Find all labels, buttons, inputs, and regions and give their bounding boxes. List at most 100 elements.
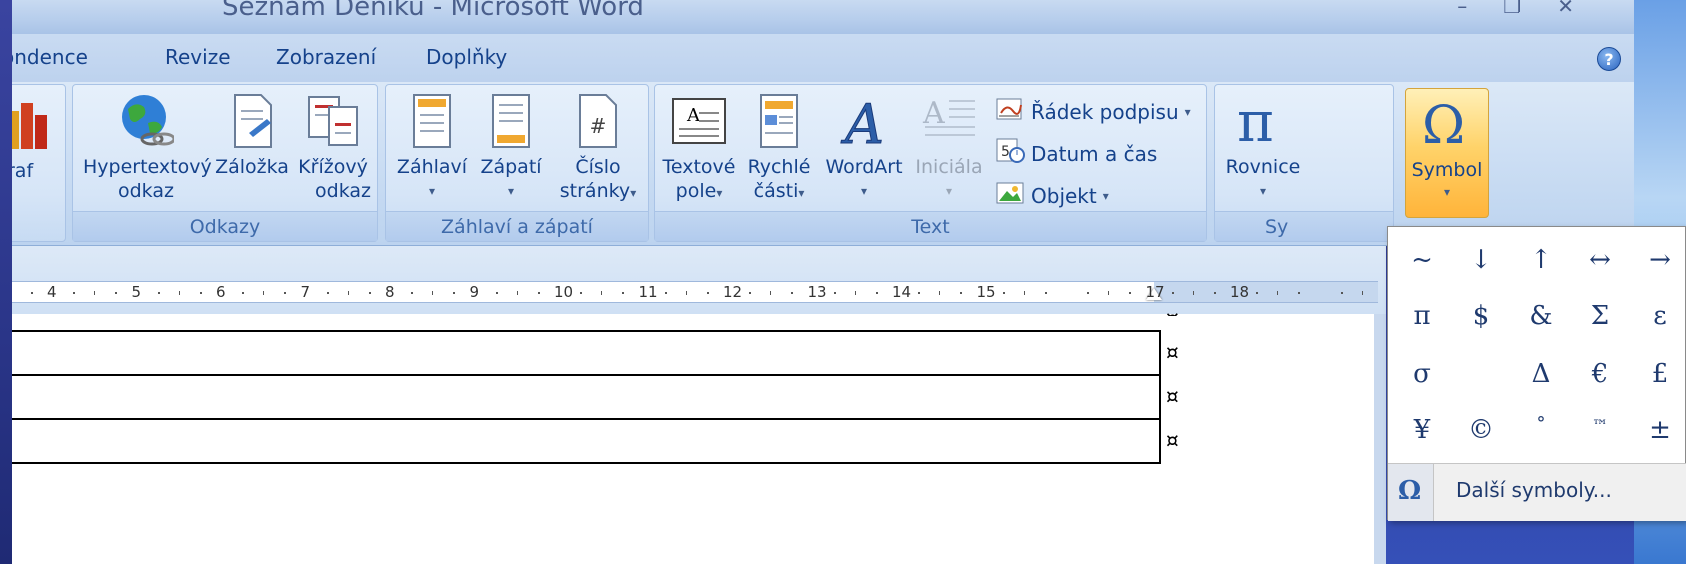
symbol-epsilon[interactable]: ε: [1635, 291, 1685, 341]
chart-button[interactable]: raf: [12, 159, 33, 183]
table-row: [12, 374, 1161, 420]
symbol-small-sigma[interactable]: σ: [1397, 349, 1447, 399]
ruler-dot: [30, 292, 33, 294]
tab-view[interactable]: Zobrazení: [276, 45, 376, 69]
cross-reference-button[interactable]: Křížový odkaz: [295, 93, 371, 203]
object-dropdown-arrow: ▾: [1102, 188, 1109, 203]
date-time-button[interactable]: 5 Datum a čas: [995, 137, 1157, 170]
ruler-tick: [263, 291, 265, 295]
ruler-number: 18: [1230, 283, 1250, 301]
symbol-blank[interactable]: [1456, 349, 1506, 399]
tab-correspondence[interactable]: ondence: [12, 45, 88, 69]
symbol-tilde[interactable]: ~: [1397, 235, 1447, 285]
ruler-number: 8: [385, 283, 395, 301]
textbox-button[interactable]: A Textové pole▾: [659, 93, 739, 205]
symbol-label: Symbol: [1411, 159, 1483, 181]
footer-button[interactable]: Zápatí ▾: [476, 93, 546, 203]
signature-line-button[interactable]: Řádek podpisu ▾: [995, 95, 1191, 128]
symbol-euro[interactable]: €: [1575, 349, 1625, 399]
minimize-button[interactable]: –: [1457, 0, 1467, 18]
ruler-tick: [1277, 291, 1279, 295]
ruler-dot: [749, 292, 752, 294]
window-controls: – ❐ ✕: [1457, 0, 1574, 18]
symbol-degree[interactable]: °: [1516, 399, 1566, 449]
symbol-copyright[interactable]: ©: [1456, 405, 1506, 455]
header-button[interactable]: Záhlaví ▾: [392, 93, 472, 203]
ruler-number: 5: [131, 283, 142, 301]
group-illustrations: raf: [12, 84, 66, 242]
ruler-dot: [368, 292, 371, 294]
end-of-row-mark: ¤: [1166, 306, 1179, 316]
ruler-number: 9: [469, 283, 480, 301]
quick-parts-label-1: Rychlé: [747, 156, 811, 178]
page-number-button[interactable]: # Číslo stránky▾: [552, 93, 644, 205]
tab-addins[interactable]: Doplňky: [426, 45, 507, 69]
cross-reference-label-1: Křížový: [298, 156, 368, 178]
textbox-icon: A: [669, 93, 729, 149]
symbol-arrow-down[interactable]: ↓: [1456, 235, 1506, 285]
bookmark-button[interactable]: Záložka: [214, 93, 290, 179]
page-number-icon: #: [576, 93, 620, 149]
footer-dropdown-arrow: ▾: [507, 184, 515, 198]
wordart-dropdown-arrow: ▾: [860, 184, 868, 198]
ruler-dot: [664, 292, 667, 294]
tab-review[interactable]: Revize: [165, 45, 231, 69]
hyperlink-button[interactable]: Hypertextový odkaz: [83, 93, 212, 203]
signature-line-dropdown-arrow: ▾: [1184, 104, 1191, 119]
equation-button[interactable]: π Rovnice ▾: [1219, 90, 1307, 203]
ruler-number: 4: [47, 283, 57, 301]
ruler-dot: [326, 292, 329, 294]
table-cell[interactable]: [12, 330, 1161, 376]
table-cell[interactable]: [12, 418, 1161, 464]
symbol-pi[interactable]: π: [1397, 291, 1447, 341]
document-page[interactable]: ¤ ¤ ¤ ¤: [12, 306, 1374, 564]
svg-text:A: A: [922, 96, 945, 131]
ruler-dot: [115, 292, 118, 294]
ruler-dot: [875, 292, 878, 294]
ruler-dot: [1256, 292, 1259, 294]
symbol-button[interactable]: Ω Symbol ▾: [1405, 88, 1489, 218]
table-cell[interactable]: [12, 374, 1161, 420]
wordart-icon: A: [839, 93, 889, 157]
maximize-button[interactable]: ❐: [1503, 0, 1521, 18]
symbol-trademark[interactable]: ™: [1575, 401, 1625, 451]
ruler-tick: [1023, 291, 1025, 295]
quick-parts-button[interactable]: Rychlé části▾: [743, 93, 815, 205]
ruler-tick: [601, 291, 603, 295]
more-symbols-row[interactable]: Ω Další symboly...: [1388, 463, 1686, 521]
quick-parts-label-2: části▾: [753, 180, 805, 202]
symbol-yen[interactable]: ¥: [1397, 405, 1447, 455]
symbol-gallery-dropdown: ~ ↓ ↑ ↔ → π $ & Σ ε σ Δ € £ ¥ © ° ™ ± Ω …: [1387, 226, 1686, 521]
symbol-sigma[interactable]: Σ: [1575, 291, 1625, 341]
symbol-ampersand[interactable]: &: [1516, 291, 1566, 341]
help-icon[interactable]: ?: [1597, 47, 1621, 71]
ruler-tick: [1192, 291, 1194, 295]
horizontal-ruler[interactable]: 4 5 6 7 8 9 10 11 12 13 14 15 17 18: [12, 281, 1378, 303]
slide-background-left: [0, 0, 12, 564]
scrollbar-track[interactable]: [1374, 314, 1386, 564]
ruler-number: 11: [638, 283, 658, 301]
close-button[interactable]: ✕: [1557, 0, 1574, 18]
date-time-label: Datum a čas: [1031, 141, 1158, 166]
drop-cap-button[interactable]: A Iniciála ▾: [911, 93, 987, 203]
ruler-tick: [516, 291, 518, 295]
symbol-plus-minus[interactable]: ±: [1635, 405, 1685, 455]
wordart-button[interactable]: A WordArt ▾: [819, 93, 909, 203]
ruler-dot: [242, 292, 245, 294]
ruler-tick: [178, 291, 180, 295]
symbol-delta[interactable]: Δ: [1516, 349, 1566, 399]
ruler-tick: [1108, 291, 1110, 295]
object-button[interactable]: Objekt ▾: [995, 179, 1109, 212]
symbol-arrow-right[interactable]: →: [1635, 235, 1685, 285]
document-table[interactable]: [12, 330, 1161, 464]
symbol-dollar[interactable]: $: [1456, 291, 1506, 341]
symbol-arrow-left-right[interactable]: ↔: [1575, 235, 1625, 285]
symbol-pound[interactable]: £: [1635, 349, 1685, 399]
more-symbols-link[interactable]: Další symboly...: [1456, 478, 1612, 502]
hyperlink-label-1: Hypertextový: [83, 156, 212, 178]
ribbon: raf Hypertextový odkaz: [12, 82, 1634, 246]
window-title: Seznam Deníků - Microsoft Word: [222, 0, 644, 22]
ruler-dot: [1087, 292, 1090, 294]
end-of-row-mark: ¤: [1166, 428, 1179, 452]
symbol-arrow-up[interactable]: ↑: [1516, 235, 1566, 285]
